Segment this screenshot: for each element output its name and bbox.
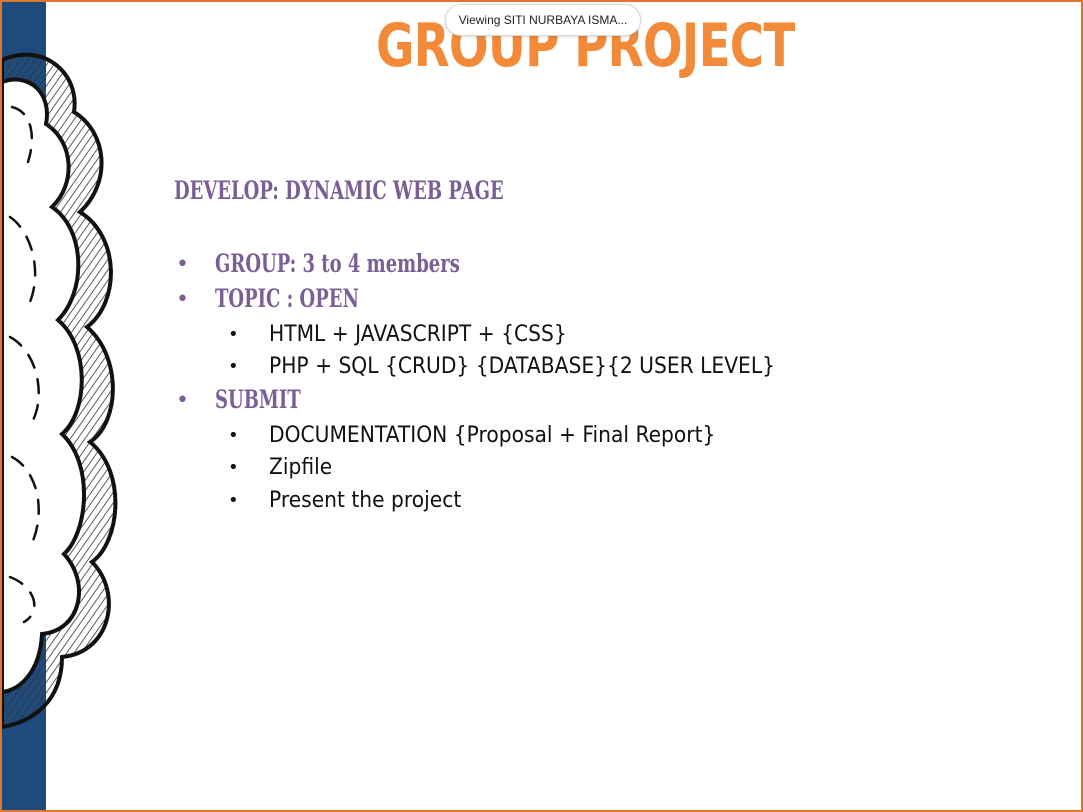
bullet-marker: • [228,424,239,446]
bullet-marker: • [228,355,239,377]
list-item-label: GROUP: 3 to 4 members [215,249,460,278]
bullet-marker: • [176,286,189,312]
sub-list-item-label: DOCUMENTATION {Proposal + Final Report} [269,422,716,448]
bullet-marker: • [176,387,189,413]
sub-list-item: • Present the project [228,485,478,515]
bullet-marker: • [228,323,239,345]
sub-list-item: • HTML + JAVASCRIPT + {CSS} [228,319,593,349]
sub-list-item: • Zipfile [228,452,338,482]
shared-screen-frame: GROUP PROJECT Viewing SITI NURBAYA ISMA.… [0,0,1083,812]
sub-list-item-label: PHP + SQL {CRUD} {DATABASE}{2 USER LEVEL… [269,353,775,379]
list-item-group: • GROUP: 3 to 4 members [174,249,555,279]
sub-list-item-label: HTML + JAVASCRIPT + {CSS} [269,321,567,347]
slide-heading: DEVELOP: DYNAMIC WEB PAGE [174,176,504,205]
sub-list-item: • PHP + SQL {CRUD} {DATABASE}{2 USER LEV… [228,351,819,381]
slide-content: DEVELOP: DYNAMIC WEB PAGE • GROUP: 3 to … [2,2,1081,810]
list-item-submit: • SUBMIT [174,385,334,415]
list-item-label: TOPIC : OPEN [215,284,359,313]
bullet-marker: • [228,489,239,511]
sub-list-item: • DOCUMENTATION {Proposal + Final Report… [228,420,754,450]
list-item-topic: • TOPIC : OPEN [174,284,415,314]
sub-list-item-label: Zipfile [269,454,333,480]
sub-list-item-label: Present the project [269,487,462,513]
list-item-label: SUBMIT [215,385,301,414]
bullet-marker: • [176,251,189,277]
bullet-marker: • [228,456,239,478]
